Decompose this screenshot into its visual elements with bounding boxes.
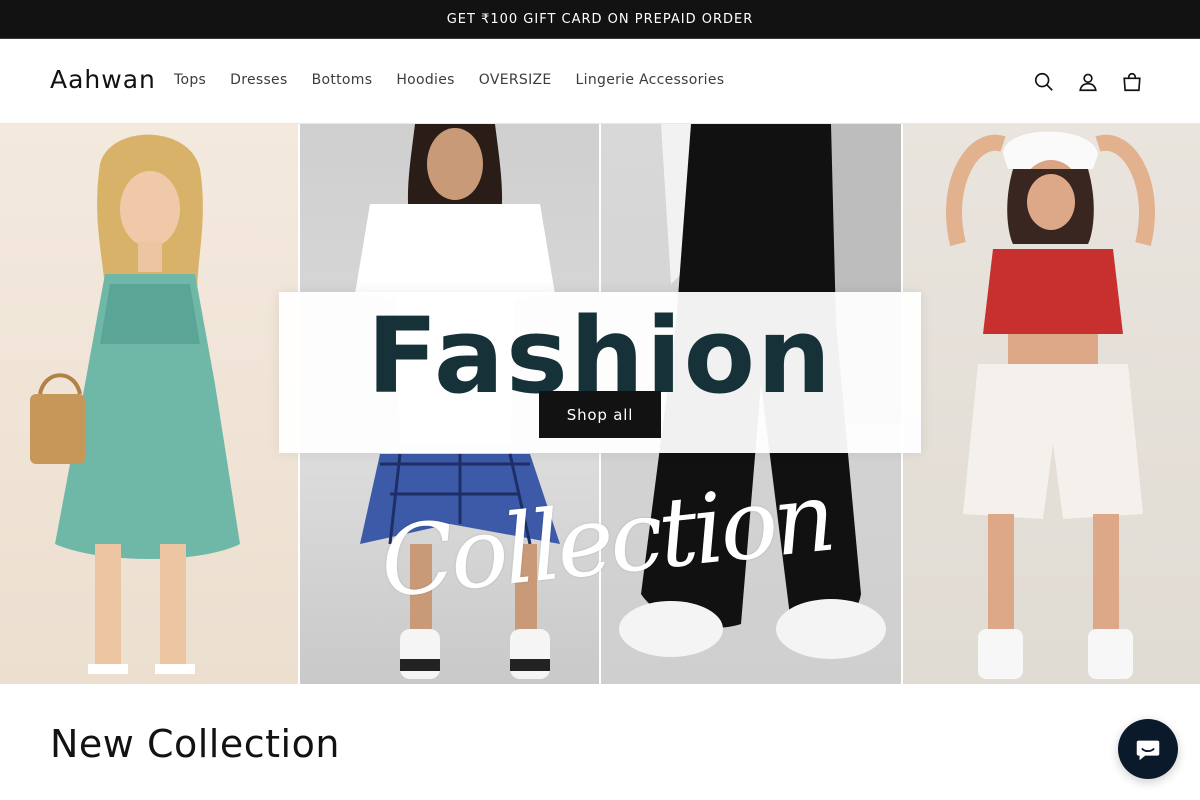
- hero-image-red-top: [903, 124, 1200, 684]
- cart-button[interactable]: [1110, 60, 1154, 104]
- hero-image-floral-dress: [0, 124, 298, 684]
- shop-all-button[interactable]: Shop all: [539, 391, 661, 438]
- new-collection-heading: New Collection: [50, 722, 340, 766]
- search-button[interactable]: [1022, 60, 1066, 104]
- header-icons: [1022, 60, 1154, 104]
- chat-icon: [1136, 740, 1160, 761]
- nav-tops[interactable]: Tops: [162, 69, 218, 91]
- nav-bottoms[interactable]: Bottoms: [300, 69, 385, 91]
- account-icon: [1079, 73, 1097, 92]
- site-header: Aahwan Tops Dresses Bottoms Hoodies OVER…: [0, 39, 1200, 124]
- cart-icon: [1123, 73, 1141, 92]
- announcement-bar: GET ₹100 GIFT CARD ON PREPAID ORDER: [0, 0, 1200, 39]
- nav-dresses[interactable]: Dresses: [218, 69, 299, 91]
- account-button[interactable]: [1066, 60, 1110, 104]
- nav-lingerie-accessories[interactable]: Lingerie Accessories: [564, 69, 737, 91]
- nav-hoodies[interactable]: Hoodies: [384, 69, 466, 91]
- store-logo[interactable]: Aahwan: [50, 65, 156, 94]
- hero-banner: Fashion Collection Shop all: [0, 124, 1200, 684]
- main-nav: Tops Dresses Bottoms Hoodies OVERSIZE Li…: [162, 69, 736, 91]
- announcement-text: GET ₹100 GIFT CARD ON PREPAID ORDER: [446, 11, 754, 27]
- nav-oversize[interactable]: OVERSIZE: [467, 69, 564, 91]
- chat-button[interactable]: [1118, 719, 1178, 779]
- search-icon: [1034, 72, 1053, 91]
